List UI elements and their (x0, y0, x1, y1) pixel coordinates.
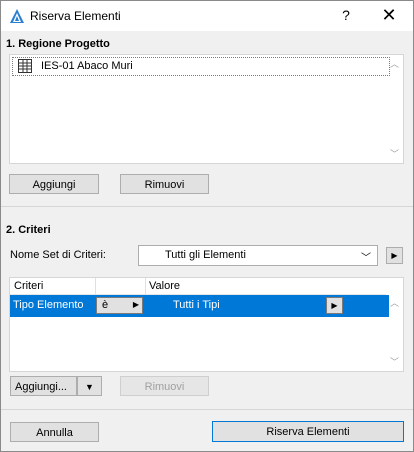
add-criterion-dropdown-button[interactable]: ▼ (77, 376, 102, 396)
column-header-value: Valore (149, 280, 180, 292)
window-title: Riserva Elementi (30, 9, 121, 23)
criteria-set-label: Nome Set di Criteri: (10, 249, 106, 261)
title-bar: Riserva Elementi ? ✕ (1, 1, 413, 31)
value-picker-button[interactable]: ▶ (326, 297, 343, 314)
criteria-table-scrollbar[interactable]: ︿ ﹀ (386, 278, 403, 371)
scroll-down-icon[interactable]: ﹀ (386, 355, 403, 369)
add-region-button[interactable]: Aggiungi (9, 174, 99, 194)
chevron-down-icon: ﹀ (361, 253, 371, 264)
section-title-criteria: 2. Criteri (6, 224, 51, 236)
scroll-up-icon[interactable]: ︿ (386, 296, 403, 310)
footer-divider (1, 409, 413, 410)
help-button[interactable]: ? (339, 7, 353, 23)
scroll-up-icon[interactable]: ︿ (386, 57, 403, 71)
table-header: Criteri Valore (10, 278, 386, 295)
criterion-cell: Tipo Elemento (13, 299, 84, 311)
value-cell: Tutti i Tipi (173, 299, 220, 311)
operator-select[interactable]: è ▶ (96, 297, 143, 314)
add-criterion-button[interactable]: Aggiungi... (10, 376, 77, 396)
remove-region-button[interactable]: Rimuovi (120, 174, 209, 194)
operator-value: è (102, 299, 109, 311)
remove-criterion-button[interactable]: Rimuovi (120, 376, 209, 396)
cancel-button[interactable]: Annulla (10, 422, 99, 442)
table-row[interactable]: Tipo Elemento è ▶ Tutti i Tipi ▶ (10, 295, 389, 317)
close-button[interactable]: ✕ (379, 4, 399, 26)
scroll-down-icon[interactable]: ﹀ (386, 147, 403, 161)
project-list-scrollbar[interactable]: ︿ ﹀ (386, 55, 403, 163)
table-icon (18, 59, 32, 73)
list-item-label: IES-01 Abaco Muri (41, 60, 133, 72)
section-divider (1, 206, 413, 207)
criteria-set-value: Tutti gli Elementi (165, 249, 246, 261)
section-title-project-region: 1. Regione Progetto (6, 38, 110, 50)
reserve-elements-button[interactable]: Riserva Elementi (212, 421, 404, 442)
arrow-right-icon: ▶ (132, 300, 139, 309)
dialog-window: Riserva Elementi ? ✕ 1. Regione Progetto… (0, 0, 414, 452)
criteria-set-menu-button[interactable]: ▶ (386, 247, 403, 264)
archicad-logo-icon (10, 9, 24, 23)
criteria-table: Criteri Valore Tipo Elemento è ▶ Tutti i… (9, 277, 404, 372)
project-region-list[interactable]: IES-01 Abaco Muri ︿ ﹀ (9, 54, 404, 164)
column-header-criteria: Criteri (14, 280, 44, 292)
list-item[interactable]: IES-01 Abaco Muri (12, 57, 390, 76)
criteria-set-dropdown[interactable]: Tutti gli Elementi ﹀ (138, 245, 378, 266)
